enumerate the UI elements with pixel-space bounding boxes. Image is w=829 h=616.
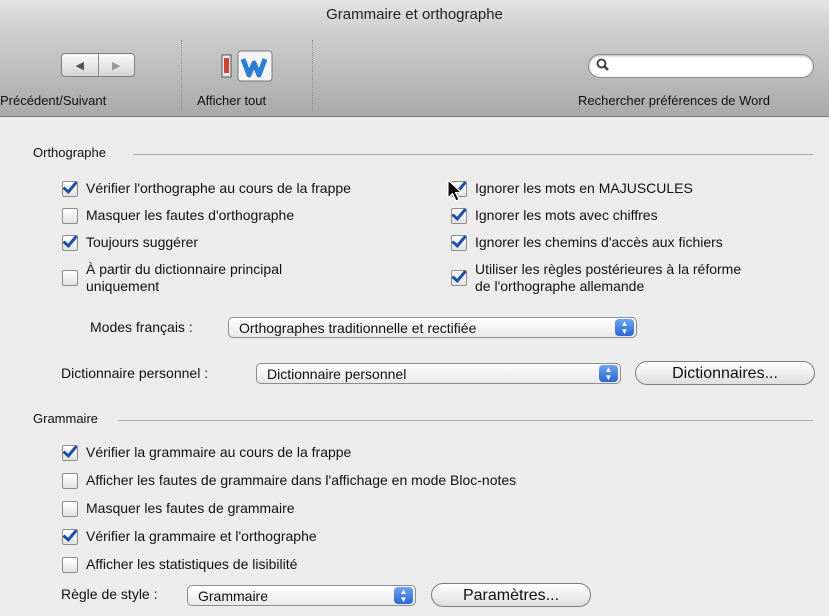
show-grammar-errors-notebook[interactable]: Afficher les fautes de grammaire dans l'… [62, 472, 516, 489]
nav-back-forward: ◀ ▶ [61, 53, 135, 77]
section-divider [118, 420, 813, 421]
checkbox[interactable] [62, 557, 78, 573]
section-divider [133, 154, 813, 155]
search-label: Rechercher préférences de Word [578, 93, 770, 108]
hide-spelling-errors[interactable]: Masquer les fautes d'orthographe [62, 207, 294, 224]
forward-button[interactable]: ▶ [97, 54, 135, 76]
option-label: Afficher les fautes de grammaire dans l'… [86, 472, 517, 488]
check-spelling-as-you-type[interactable]: Vérifier l'orthographe au cours de la fr… [62, 180, 351, 197]
ignore-words-with-numbers[interactable]: Ignorer les mots avec chiffres [451, 207, 658, 224]
search-input[interactable] [588, 54, 814, 78]
window-title: Grammaire et orthographe [0, 0, 829, 30]
check-grammar-as-you-type[interactable]: Vérifier la grammaire au cours de la fra… [62, 444, 351, 461]
french-modes-label: Modes français : [90, 319, 193, 335]
nav-label: Précédent/Suivant [0, 93, 107, 108]
toolbar-separator [181, 40, 182, 110]
option-label: Utiliser les règles postérieures à la ré… [475, 261, 742, 294]
option-label: Masquer les fautes de grammaire [86, 500, 295, 516]
show-all-label[interactable]: Afficher tout [197, 93, 266, 108]
option-label: Afficher les statistiques de lisibilité [86, 556, 298, 572]
option-label: Ignorer les chemins d'accès aux fichiers [475, 234, 723, 250]
option-label: Toujours suggérer [86, 234, 199, 250]
checkbox[interactable] [62, 473, 78, 489]
ignore-uppercase[interactable]: Ignorer les mots en MAJUSCULES [451, 180, 693, 197]
ignore-file-paths[interactable]: Ignorer les chemins d'accès aux fichiers [451, 234, 723, 251]
checkbox[interactable] [62, 208, 78, 224]
toolbar-separator [312, 40, 313, 110]
checkbox[interactable] [451, 270, 467, 286]
option-label: Vérifier la grammaire au cours de la fra… [86, 444, 352, 460]
option-label: À partir du dictionnaire principal uniqu… [86, 261, 283, 294]
toolbar: ◀ ▶ Précédent/Suivant Afficher tout Rech… [0, 30, 829, 117]
grammar-section-title: Grammaire [33, 411, 99, 426]
search-icon [595, 57, 611, 76]
option-label: Vérifier la grammaire et l'orthographe [86, 528, 317, 544]
option-label: Ignorer les mots avec chiffres [475, 207, 658, 223]
french-modes-select[interactable]: Orthographes traditionnelle et rectifiée… [228, 317, 637, 338]
show-readability-statistics[interactable]: Afficher les statistiques de lisibilité [62, 556, 297, 573]
style-rule-label: Règle de style : [61, 586, 158, 602]
option-label: Ignorer les mots en MAJUSCULES [475, 180, 693, 196]
custom-dictionary-select[interactable]: Dictionnaire personnel ▲ ▼ [256, 363, 621, 384]
preferences-pane: Orthographe Vérifier l'orthographe au co… [0, 117, 829, 616]
style-rule-value: Grammaire [198, 588, 269, 604]
checkbox[interactable] [62, 270, 78, 286]
mouse-pointer-icon [447, 179, 463, 206]
check-grammar-with-spelling[interactable]: Vérifier la grammaire et l'orthographe [62, 528, 317, 545]
french-modes-value: Orthographes traditionnelle et rectifiée [239, 320, 477, 336]
style-rule-select[interactable]: Grammaire ▲ ▼ [187, 585, 416, 606]
option-label: Vérifier l'orthographe au cours de la fr… [86, 180, 351, 196]
checkbox[interactable] [451, 235, 467, 251]
checkbox[interactable] [62, 445, 78, 461]
settings-button[interactable]: Paramètres... [431, 583, 591, 607]
select-arrow-icon: ▲ ▼ [599, 365, 618, 382]
checkbox[interactable] [451, 208, 467, 224]
dictionaries-button[interactable]: Dictionnaires... [635, 361, 815, 385]
custom-dictionary-label: Dictionnaire personnel : [61, 365, 209, 381]
main-dictionary-only[interactable]: À partir du dictionnaire principal uniqu… [62, 261, 282, 295]
custom-dictionary-value: Dictionnaire personnel [267, 366, 407, 382]
always-suggest[interactable]: Toujours suggérer [62, 234, 198, 251]
checkbox[interactable] [62, 181, 78, 197]
checkbox[interactable] [62, 235, 78, 251]
spelling-section-title: Orthographe [33, 145, 106, 160]
german-post-reform-rules[interactable]: Utiliser les règles postérieures à la ré… [451, 261, 741, 295]
show-all-icon[interactable] [220, 47, 276, 85]
back-button[interactable]: ◀ [62, 54, 98, 76]
option-label: Masquer les fautes d'orthographe [86, 207, 295, 223]
select-arrow-icon: ▲ ▼ [615, 319, 634, 336]
select-arrow-icon: ▲ ▼ [394, 587, 413, 604]
checkbox[interactable] [62, 501, 78, 517]
checkbox[interactable] [62, 529, 78, 545]
hide-grammar-errors[interactable]: Masquer les fautes de grammaire [62, 500, 295, 517]
